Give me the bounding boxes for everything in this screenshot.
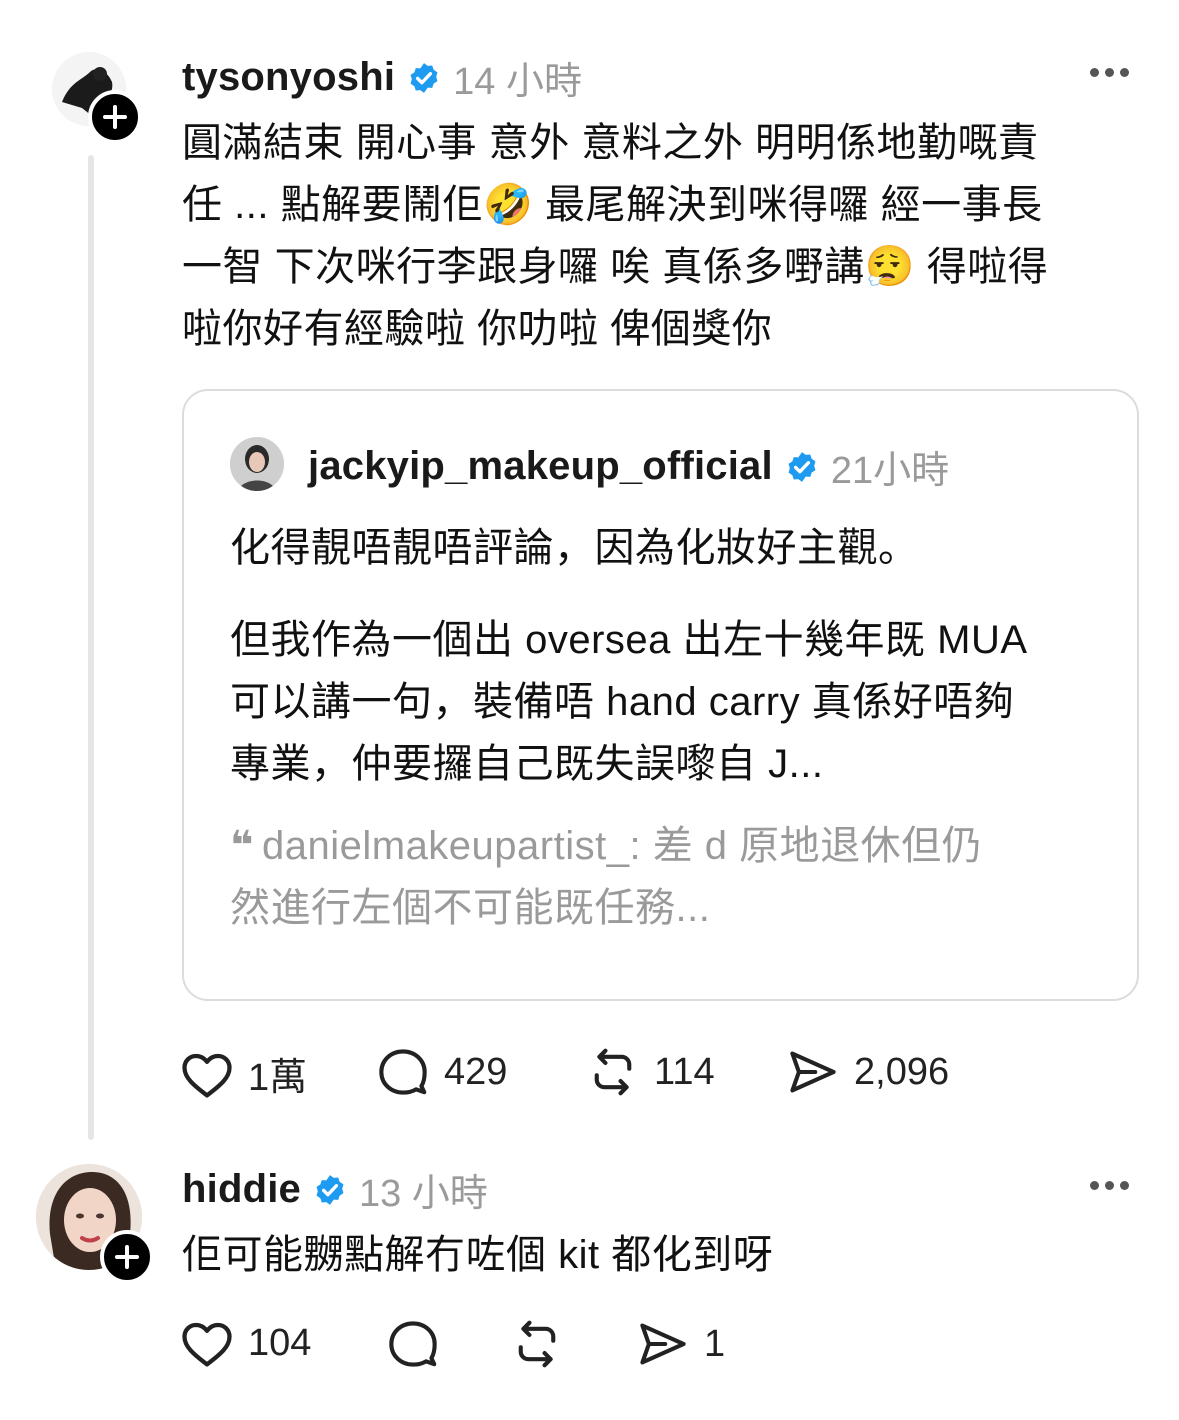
share-button[interactable]: 2,096 xyxy=(786,1046,949,1098)
reply-button[interactable]: 429 xyxy=(376,1046,507,1098)
reply-repost-button[interactable] xyxy=(510,1318,578,1370)
like-button[interactable]: 1萬 xyxy=(180,1046,307,1101)
reply-header: hiddie 13 小時 xyxy=(182,1162,488,1217)
quote-line: 專業，仲要攞自己既失誤嚟自 J... xyxy=(230,742,824,786)
reply-bubble-icon xyxy=(379,1049,427,1095)
reply-body: 佢可能嬲點解冇咗個 kit 都化到呀 xyxy=(182,1233,774,1277)
send-icon xyxy=(790,1051,836,1093)
heart-icon xyxy=(182,1322,232,1367)
plus-icon xyxy=(115,1245,139,1269)
send-icon xyxy=(640,1323,686,1365)
repost-icon xyxy=(594,1048,632,1096)
nested-quote[interactable]: ❝ danielmakeupartist_: 差 d 原地退休但仍 然進行左個不可… xyxy=(230,815,1130,939)
post-line-text: 一智 下次咪行李跟身囉 唉 真係多嘢講 xyxy=(182,245,865,289)
repost-button[interactable]: 114 xyxy=(586,1046,715,1098)
thread-line xyxy=(88,155,94,1140)
avatar-image xyxy=(230,437,284,491)
like-count: 1萬 xyxy=(248,1057,308,1099)
share-count: 2,096 xyxy=(854,1050,950,1093)
nested-quote-text: danielmakeupartist_: 差 d 原地退休但仍 xyxy=(261,824,983,868)
more-dot-icon xyxy=(1105,68,1114,77)
more-dot-icon xyxy=(1120,1181,1129,1190)
quote-body: 但我作為一個出 oversea 出左十幾年既 MUA 可以講一句，裝備唔 han… xyxy=(230,609,1130,795)
heart-icon xyxy=(182,1053,232,1098)
reply-share-count: 1 xyxy=(704,1322,726,1365)
rofl-emoji: 🤣 xyxy=(483,183,534,227)
quote-line: 化得靚唔靚唔評論，因為化妝好主觀。 xyxy=(230,526,919,570)
post-line-text: 任 ... 點解要鬧佢 xyxy=(182,183,484,227)
post-line: 啦你好有經驗啦 你叻啦 俾個獎你 xyxy=(182,307,773,351)
follow-plus-button[interactable] xyxy=(88,90,142,144)
post-line: 任 ... 點解要鬧佢🤣 最尾解決到咪得囉 經一事長 xyxy=(182,174,1162,236)
repost-icon xyxy=(518,1320,556,1368)
nested-quote-line: 然進行左個不可能既任務... xyxy=(230,886,711,930)
post-line: 一智 下次咪行李跟身囉 唉 真係多嘢講😮‍💨 得啦得 xyxy=(182,236,1162,298)
quoted-post-card[interactable]: jackyip_makeup_official 21小時 化得靚唔靚唔評論，因為… xyxy=(182,389,1139,1001)
reply-username[interactable]: hiddie xyxy=(182,1167,301,1212)
reply-more-button[interactable] xyxy=(1090,1181,1129,1190)
post-more-button[interactable] xyxy=(1090,68,1129,77)
more-dot-icon xyxy=(1090,1181,1099,1190)
verified-badge-icon xyxy=(788,451,816,482)
quote-time: 21小時 xyxy=(830,450,950,492)
reply-count: 429 xyxy=(444,1050,508,1093)
verified-badge-icon xyxy=(410,62,438,93)
post-time: 14 小時 xyxy=(453,61,582,103)
post-body: 圓滿結束 開心事 意外 意料之外 明明係地勤嘅責 任 ... 點解要鬧佢🤣 最尾… xyxy=(182,112,1162,360)
plus-icon xyxy=(103,105,127,129)
quote-line: 但我作為一個出 oversea 出左十幾年既 MUA xyxy=(230,618,1028,662)
verified-badge-icon xyxy=(316,1174,344,1205)
post-line-text: 最尾解決到咪得囉 經一事長 xyxy=(545,183,1043,227)
exhale-emoji: 😮‍💨 xyxy=(864,245,916,289)
follow-plus-button[interactable] xyxy=(100,1230,154,1284)
post-line-text: 得啦得 xyxy=(926,245,1049,289)
repost-count: 114 xyxy=(654,1050,715,1093)
post-line: 圓滿結束 開心事 意外 意料之外 明明係地勤嘅責 xyxy=(182,121,1039,165)
more-dot-icon xyxy=(1120,68,1129,77)
reply-like-count: 104 xyxy=(248,1321,312,1364)
post-username[interactable]: tysonyoshi xyxy=(182,55,395,100)
quote-header: jackyip_makeup_official 21小時 xyxy=(308,439,949,494)
post-header: tysonyoshi 14 小時 xyxy=(182,50,582,105)
reply-like-button[interactable]: 104 xyxy=(180,1318,311,1368)
more-dot-icon xyxy=(1105,1181,1114,1190)
reply-share-button[interactable]: 1 xyxy=(636,1318,725,1370)
reply-reply-button[interactable] xyxy=(386,1318,454,1370)
avatar-jackyip xyxy=(230,437,284,491)
quote-line: 可以講一句，裝備唔 hand carry 真係好唔夠 xyxy=(230,680,1015,724)
reply-bubble-icon xyxy=(389,1321,437,1367)
more-dot-icon xyxy=(1090,68,1099,77)
quote-username[interactable]: jackyip_makeup_official xyxy=(308,444,773,489)
quote-mark-icon: ❝ xyxy=(230,824,254,868)
nested-quote-line: ❝ danielmakeupartist_: 差 d 原地退休但仍 xyxy=(230,815,1130,877)
reply-time: 13 小時 xyxy=(358,1173,488,1215)
